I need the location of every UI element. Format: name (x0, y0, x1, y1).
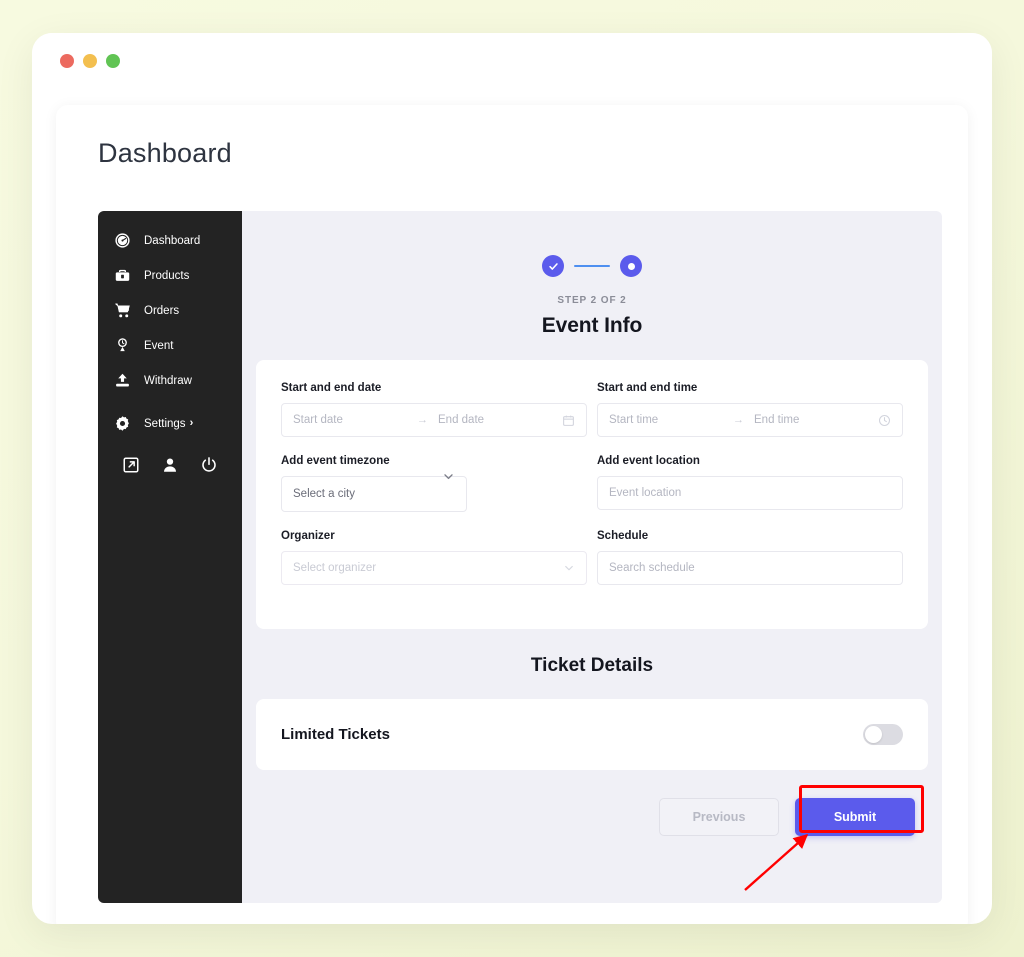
field-organizer: Organizer Select organizer (281, 530, 587, 585)
window-close-button[interactable] (60, 54, 74, 68)
sidebar-settings-text: Settings (144, 417, 186, 430)
time-range-label: Start and end time (597, 382, 698, 394)
step-1-completed[interactable] (542, 255, 564, 277)
start-date-placeholder: Start date (293, 414, 343, 426)
sidebar-item-label: Orders (144, 304, 180, 317)
location-placeholder: Event location (609, 487, 682, 499)
timezone-select[interactable]: Select a city (281, 476, 467, 512)
sidebar-item-label: Event (144, 339, 174, 352)
field-start-end-date: Start and end date Start date → End date (281, 382, 587, 437)
step-2-current[interactable] (620, 255, 642, 277)
sidebar-bottom-icons (98, 441, 242, 474)
cart-icon (114, 302, 131, 319)
page-title: Dashboard (98, 138, 232, 168)
step-connector-line (574, 264, 610, 268)
power-icon[interactable] (199, 455, 218, 474)
form-row-timezone-location: Add event timezone Select a city Add eve… (281, 455, 903, 530)
timezone-select-wrapper: Select a city (281, 474, 467, 512)
form-actions: Previous Submit (242, 770, 942, 836)
form-row-datetime: Start and end date Start date → End date (281, 382, 903, 455)
sidebar-item-label: Settings › (144, 418, 193, 430)
chevron-down-icon[interactable] (442, 470, 455, 483)
timezone-value: Select a city (293, 488, 355, 500)
toggle-knob (865, 726, 882, 743)
sidebar-item-dashboard[interactable]: Dashboard (98, 223, 242, 258)
submit-button[interactable]: Submit (795, 798, 915, 836)
step-caption: STEP 2 OF 2 (557, 295, 627, 306)
window-minimize-button[interactable] (83, 54, 97, 68)
location-input[interactable]: Event location (597, 476, 903, 510)
step-current-dot (627, 262, 635, 270)
previous-button[interactable]: Previous (659, 798, 779, 836)
organizer-label: Organizer (281, 530, 335, 542)
schedule-input[interactable]: Search schedule (597, 551, 903, 585)
start-time-placeholder: Start time (609, 414, 659, 426)
sidebar-item-settings[interactable]: Settings › (98, 406, 242, 441)
sidebar-item-label: Products (144, 269, 190, 282)
external-link-icon[interactable] (122, 455, 141, 474)
sidebar: Dashboard Products Orders Event Withdraw… (98, 211, 242, 903)
limited-tickets-card: Limited Tickets (256, 699, 928, 770)
range-arrow-icon: → (417, 414, 428, 426)
limited-tickets-toggle[interactable] (863, 724, 903, 745)
chevron-down-icon (563, 562, 575, 574)
schedule-placeholder: Search schedule (609, 562, 695, 574)
form-row-organizer-schedule: Organizer Select organizer Schedule Sear… (281, 530, 903, 603)
step-heading: Event Info (541, 314, 643, 337)
range-arrow-icon: → (733, 414, 744, 426)
user-icon[interactable] (160, 455, 179, 474)
window-maximize-button[interactable] (106, 54, 120, 68)
field-start-end-time: Start and end time Start time → End time (597, 382, 903, 455)
limited-tickets-label: Limited Tickets (281, 726, 390, 743)
location-label: Add event location (597, 455, 700, 467)
sidebar-item-products[interactable]: Products (98, 258, 242, 293)
event-pin-icon (114, 337, 131, 354)
gear-icon (114, 415, 131, 432)
app-window: Dashboard Dashboard Products Orders Even… (32, 33, 992, 924)
main-content: STEP 2 OF 2 Event Info Start and end dat… (242, 211, 942, 903)
sidebar-item-label: Dashboard (144, 234, 201, 247)
sidebar-item-withdraw[interactable]: Withdraw (98, 363, 242, 398)
end-date-placeholder: End date (438, 414, 485, 426)
date-range-label: Start and end date (281, 382, 382, 394)
date-range-input[interactable]: Start date → End date (281, 403, 587, 437)
briefcase-icon (114, 267, 131, 284)
organizer-select[interactable]: Select organizer (281, 551, 587, 585)
schedule-label: Schedule (597, 530, 649, 542)
event-info-form-card: Start and end date Start date → End date (256, 360, 928, 629)
field-event-timezone: Add event timezone Select a city (281, 455, 587, 512)
window-titlebar (32, 33, 992, 89)
step-indicator (242, 211, 942, 277)
timezone-label: Add event timezone (281, 455, 390, 467)
sidebar-item-label: Withdraw (144, 374, 192, 387)
end-time-placeholder: End time (754, 414, 800, 426)
sidebar-item-orders[interactable]: Orders (98, 293, 242, 328)
gauge-icon (114, 232, 131, 249)
sidebar-item-event[interactable]: Event (98, 328, 242, 363)
upload-icon (114, 372, 131, 389)
clock-icon (878, 414, 891, 427)
ticket-details-heading: Ticket Details (530, 655, 654, 676)
organizer-placeholder: Select organizer (293, 562, 377, 574)
field-event-location: Add event location Event location (597, 455, 903, 530)
app-panel: Dashboard Dashboard Products Orders Even… (56, 105, 968, 924)
field-schedule: Schedule Search schedule (597, 530, 903, 603)
time-range-input[interactable]: Start time → End time (597, 403, 903, 437)
calendar-icon (562, 414, 575, 427)
chevron-right-icon: › (189, 417, 194, 429)
